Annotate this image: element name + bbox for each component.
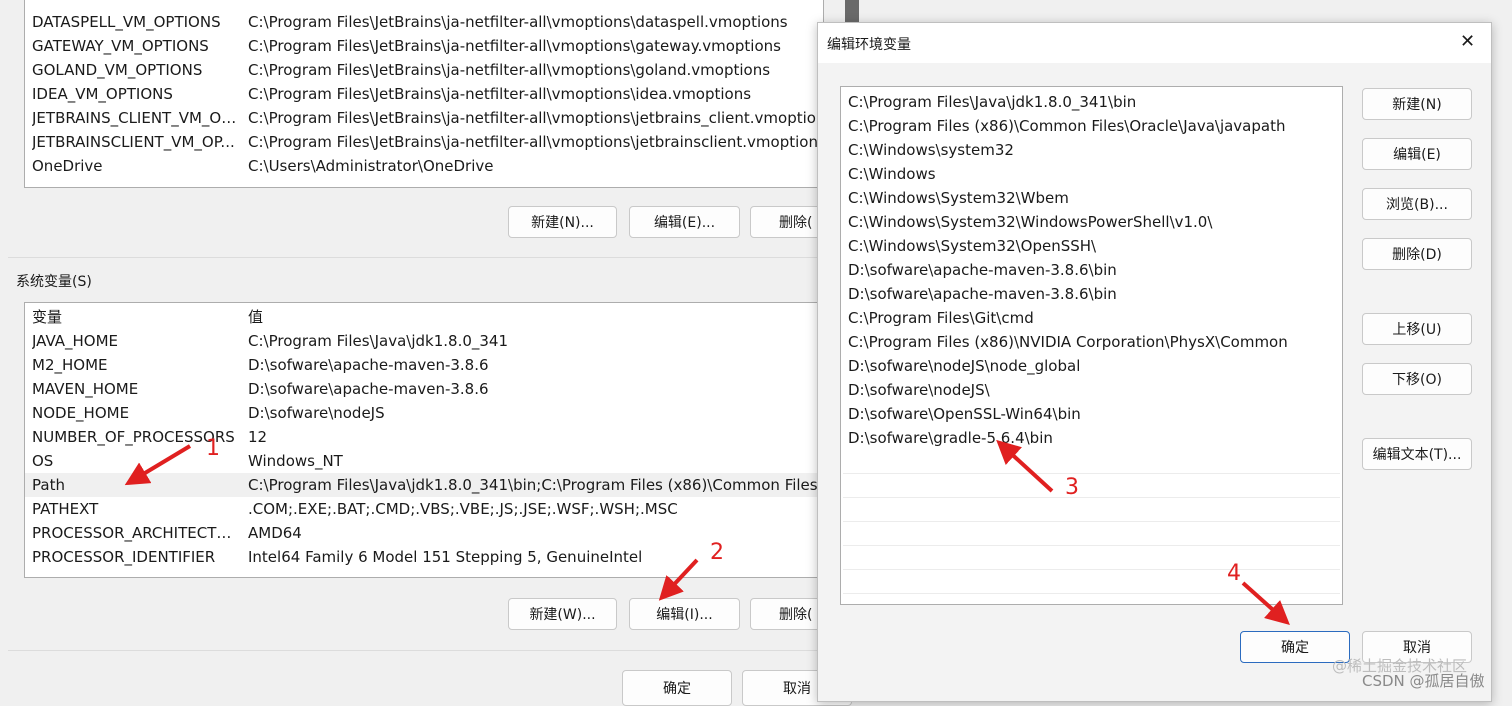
annotation-label-2: 2 (710, 540, 724, 565)
arrow-3 (996, 439, 1054, 493)
arrow-1 (124, 444, 192, 486)
annotation-label-1: 1 (206, 436, 220, 461)
annotation-label-3: 3 (1065, 475, 1079, 500)
watermark-line-2: CSDN @孤居自傲 (1362, 672, 1485, 690)
annotation-label-4: 4 (1227, 561, 1241, 586)
arrow-2 (658, 558, 699, 601)
arrow-4 (1241, 581, 1290, 626)
annotation-arrows (124, 439, 1290, 626)
